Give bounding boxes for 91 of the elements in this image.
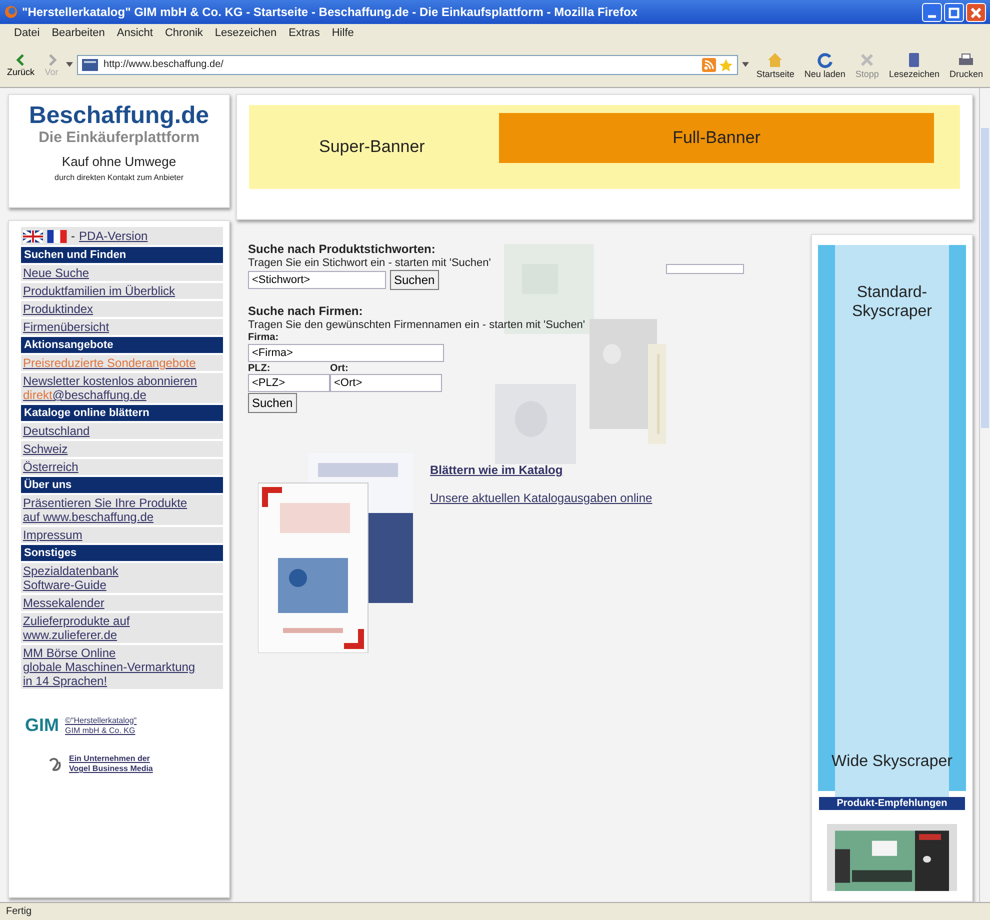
- menu-item[interactable]: Lesezeichen: [214, 27, 277, 39]
- slogan-subline: durch direkten Kontakt zum Anbieter: [54, 173, 184, 182]
- super-banner[interactable]: Super-Banner Full-Banner: [249, 105, 960, 189]
- section-header: Aktionsangebote: [21, 337, 223, 353]
- home-button[interactable]: Startseite: [753, 50, 798, 78]
- dropdown-icon[interactable]: [742, 62, 750, 67]
- close-button[interactable]: [966, 2, 986, 22]
- separator: -: [71, 229, 75, 243]
- minimize-button[interactable]: [922, 2, 942, 22]
- reload-button[interactable]: Neu laden: [801, 50, 848, 78]
- super-banner-label: Super-Banner: [319, 137, 426, 157]
- knot-icon: [47, 756, 63, 772]
- sidebar-link[interactable]: Neue Suche: [23, 266, 221, 280]
- product-search-hint: Tragen Sie ein Stichwort ein - starten mit 'Suchen': [248, 257, 491, 269]
- menu-item[interactable]: Bearbeiten: [52, 27, 105, 39]
- sidebar-link[interactable]: direkt@beschaffung.de: [23, 388, 221, 402]
- product-search-heading: Suche nach Produktstichworten:: [248, 242, 436, 256]
- publisher-link[interactable]: Ein Unternehmen der: [69, 754, 153, 764]
- sidebar-link[interactable]: Newsletter kostenlos abonnieren: [23, 374, 221, 388]
- scrollbar[interactable]: [979, 88, 990, 902]
- sidebar-link[interactable]: Messekalender: [23, 596, 221, 610]
- maximize-icon: [947, 6, 961, 20]
- menu-item[interactable]: Ansicht: [116, 27, 153, 39]
- recommendations-header: Produkt-Empfehlungen: [819, 796, 965, 810]
- sidebar-link[interactable]: www.zulieferer.de: [23, 628, 221, 642]
- menu-item[interactable]: Datei: [14, 27, 40, 39]
- copyright-link[interactable]: GIM mbH & Co. KG: [65, 726, 137, 736]
- sidebar-link[interactable]: Präsentieren Sie Ihre Produkte: [23, 496, 221, 510]
- maximize-button[interactable]: [944, 2, 964, 22]
- page-icon: [82, 58, 98, 70]
- catalog-link[interactable]: Blättern wie im Katalog: [430, 463, 652, 477]
- keyword-field[interactable]: <Stichwort>: [248, 271, 386, 289]
- field-label: PLZ:: [248, 363, 272, 374]
- sidebar-link[interactable]: Zulieferprodukte auf: [23, 614, 221, 628]
- slogan: Kauf ohne Umwege: [62, 154, 176, 169]
- company-search-hint: Tragen Sie den gewünschten Firmennamen ein - starten mit 'Suchen': [248, 319, 586, 331]
- publisher-link[interactable]: Vogel Business Media: [69, 764, 153, 774]
- minimize-icon: [928, 14, 936, 18]
- field-label: Ort:: [330, 363, 350, 374]
- browser-logo-icon: [4, 5, 18, 19]
- section-header: Sonstiges: [21, 545, 223, 561]
- print-button[interactable]: Drucken: [946, 50, 986, 78]
- sidebar-link[interactable]: in 14 Sprachen!: [23, 674, 221, 688]
- menu-item[interactable]: Hilfe: [332, 27, 354, 39]
- reload-icon: [816, 50, 834, 68]
- feed-icon[interactable]: [702, 58, 716, 72]
- sidebar-link[interactable]: globale Maschinen-Vermarktung: [23, 660, 221, 674]
- sidebar-link[interactable]: Deutschland: [23, 424, 221, 438]
- standard-skyscraper-label: Skyscraper: [852, 302, 932, 321]
- sidebar-link[interactable]: Österreich: [23, 460, 221, 474]
- home-icon: [766, 50, 784, 68]
- sidebar-link[interactable]: Firmenübersicht: [23, 320, 221, 334]
- sidebar-link[interactable]: Schweiz: [23, 442, 221, 456]
- zip-field[interactable]: <PLZ>: [248, 374, 330, 392]
- section-header: Suchen und Finden: [21, 247, 223, 263]
- city-field[interactable]: <Ort>: [330, 374, 442, 392]
- copyright-link[interactable]: ©"Herstellerkatalog": [65, 716, 137, 726]
- star-icon[interactable]: [719, 58, 734, 72]
- full-banner[interactable]: Full-Banner: [499, 113, 934, 163]
- uk-flag-icon[interactable]: [23, 230, 43, 242]
- dropdown-icon[interactable]: [66, 62, 73, 67]
- gim-logo: GIM: [25, 715, 59, 736]
- pda-version-link[interactable]: PDA-Version: [79, 229, 148, 243]
- bookmarks-button[interactable]: Lesezeichen: [886, 50, 942, 78]
- address-field[interactable]: http://www.beschaffung.de/: [76, 54, 738, 74]
- field-label: Firma:: [248, 332, 279, 343]
- search-button[interactable]: Suchen: [248, 393, 297, 413]
- french-flag-icon[interactable]: [47, 230, 67, 242]
- standard-skyscraper-label: Standard-: [856, 283, 928, 302]
- sidebar-link[interactable]: auf www.beschaffung.de: [23, 510, 221, 524]
- back-button[interactable]: Zurück: [4, 52, 38, 76]
- logo-tagline: Die Einkäuferplattform: [38, 129, 200, 146]
- company-search-heading: Suche nach Firmen:: [248, 304, 363, 318]
- logo-name: Beschaffung.de: [28, 103, 210, 129]
- sidebar-link[interactable]: Impressum: [23, 528, 221, 542]
- sidebar-link[interactable]: MM Börse Online: [23, 646, 221, 660]
- menu-item[interactable]: Chronik: [164, 27, 203, 39]
- window-title: "Herstellerkatalog" GIM mbH & Co. KG - Startseite - Beschaffung.de - Die Einkaufsplattform - Mozilla Firefox: [22, 5, 638, 19]
- sidebar-link[interactable]: Produktfamilien im Überblick: [23, 284, 221, 298]
- sidebar-link[interactable]: Produktindex: [23, 302, 221, 316]
- section-header: Über uns: [21, 477, 223, 493]
- menu-item[interactable]: Extras: [288, 27, 320, 39]
- section-header: Kataloge online blättern: [21, 405, 223, 421]
- sidebar-link[interactable]: Software-Guide: [23, 578, 221, 592]
- sidebar-link[interactable]: Spezialdatenbank: [23, 564, 221, 578]
- search-button[interactable]: Suchen: [390, 270, 439, 290]
- catalog-online-link[interactable]: Unsere aktuellen Katalogausgaben online: [430, 491, 652, 505]
- company-field[interactable]: <Firma>: [248, 344, 444, 362]
- input-field[interactable]: [666, 264, 744, 274]
- status-text: Fertig: [6, 906, 32, 917]
- close-icon: [969, 6, 983, 20]
